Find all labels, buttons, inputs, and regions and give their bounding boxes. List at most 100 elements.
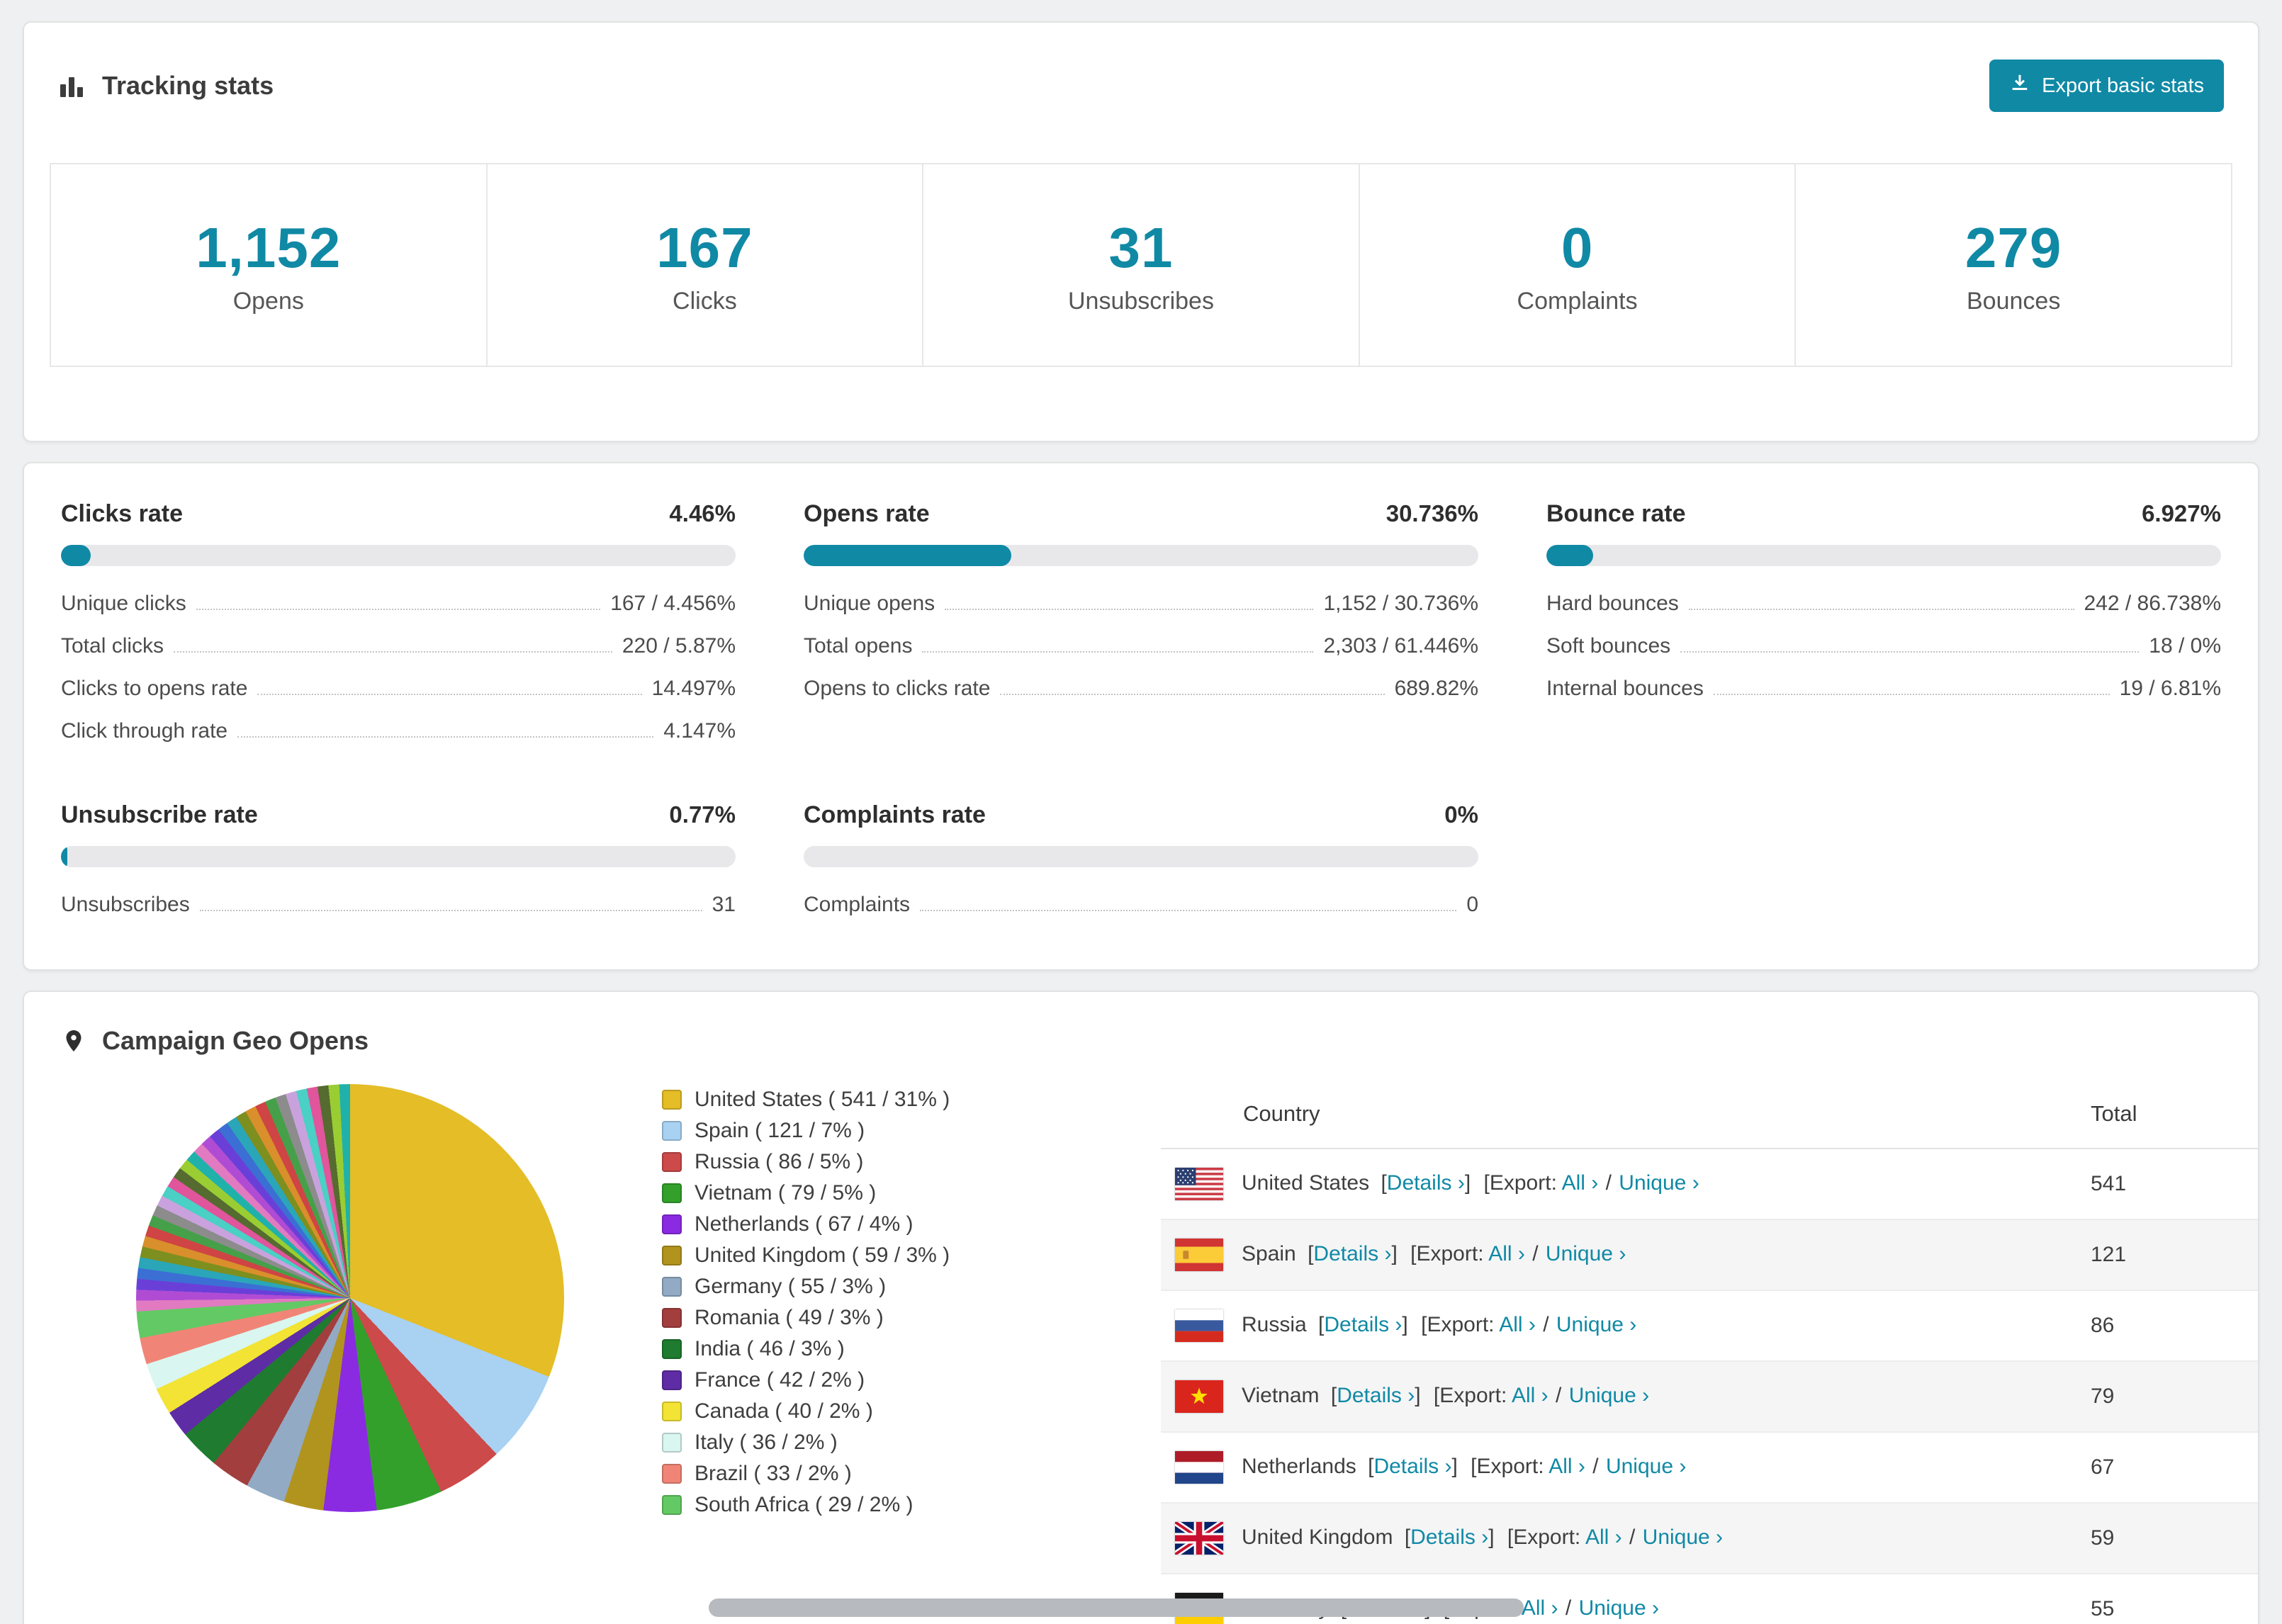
rate-progress-bar [804, 846, 1478, 867]
export-all-link[interactable]: All › [1499, 1313, 1536, 1336]
country-name: Vietnam [1242, 1383, 1320, 1407]
details-link[interactable]: Details › [1373, 1455, 1451, 1478]
dotted-leader [1680, 651, 2140, 653]
dotted-leader [920, 910, 1457, 911]
rate-row-value: 18 / 0% [2149, 634, 2221, 658]
rate-title: Complaints rate [804, 801, 986, 828]
horizontal-scrollbar-thumb[interactable] [709, 1598, 1524, 1617]
legend-item: France ( 42 / 2% ) [662, 1365, 1161, 1396]
legend-item: Romania ( 49 / 3% ) [662, 1302, 1161, 1333]
details-link[interactable]: Details › [1313, 1242, 1391, 1265]
country-flag-icon [1175, 1522, 1223, 1555]
export-unique-link[interactable]: Unique › [1569, 1384, 1649, 1407]
rate-value: 0.77% [669, 801, 736, 828]
rate-row-value: 242 / 86.738% [2084, 592, 2222, 615]
legend-label: France ( 42 / 2% ) [695, 1368, 865, 1392]
export-all-link[interactable]: All › [1512, 1384, 1548, 1407]
details-link[interactable]: Details › [1324, 1313, 1402, 1336]
geo-card-title: Campaign Geo Opens [61, 1026, 369, 1056]
dotted-leader [1713, 694, 2110, 695]
stat-box: 167 Clicks [485, 163, 924, 367]
legend-label: Spain ( 121 / 7% ) [695, 1119, 865, 1142]
dotted-leader [199, 910, 702, 911]
rate-header: Complaints rate 0% [804, 801, 1478, 829]
legend-color-swatch [662, 1433, 682, 1453]
rate-card: Clicks rate 4.46% Unique clicks 167 / 4.… [61, 500, 736, 753]
legend-color-swatch [662, 1339, 682, 1359]
geo-table-row: Russia [Details ›] [Export: All › / Uniq… [1161, 1290, 2258, 1362]
stats-row: 1,152 Opens 167 Clicks 31 Unsubscribes 0… [24, 163, 2258, 441]
dotted-leader [1688, 609, 2074, 610]
geo-pie-chart[interactable] [136, 1084, 564, 1512]
country-flag-icon [1175, 1309, 1223, 1342]
export-unique-link[interactable]: Unique › [1619, 1171, 1699, 1195]
export-all-link[interactable]: All › [1522, 1596, 1558, 1620]
details-link[interactable]: Details › [1337, 1384, 1415, 1407]
country-flag-icon [1175, 1239, 1223, 1271]
legend-color-swatch [662, 1246, 682, 1265]
export-unique-link[interactable]: Unique › [1556, 1313, 1636, 1336]
export-prefix-label: Export: [1476, 1454, 1544, 1478]
export-prefix-label: Export: [1416, 1241, 1484, 1265]
rate-progress-bar [1546, 545, 2221, 566]
legend-label: Canada ( 40 / 2% ) [695, 1399, 873, 1423]
export-all-link[interactable]: All › [1548, 1455, 1585, 1478]
rate-value: 6.927% [2142, 500, 2221, 526]
country-total: 59 [2091, 1503, 2258, 1574]
rate-header: Bounce rate 6.927% [1546, 500, 2221, 528]
rate-row: Click through rate 4.147% [61, 711, 736, 753]
legend-label: Vietnam ( 79 / 5% ) [695, 1181, 877, 1205]
rate-card: Opens rate 30.736% Unique opens 1,152 / … [804, 500, 1478, 753]
rate-row: Internal bounces 19 / 6.81% [1546, 668, 2221, 711]
export-prefix-label: Export: [1489, 1171, 1557, 1195]
rate-row-label: Opens to clicks rate [804, 677, 991, 700]
tracking-stats-card: Tracking stats Export basic stats 1,152 … [23, 21, 2259, 442]
legend-label: South Africa ( 29 / 2% ) [695, 1493, 914, 1516]
country-total: 86 [2091, 1290, 2258, 1362]
geo-card-body: United States ( 541 / 31% ) Spain ( 121 … [24, 1064, 2258, 1624]
details-link[interactable]: Details › [1387, 1171, 1465, 1195]
rate-rows: Hard bounces 242 / 86.738% Soft bounces … [1546, 583, 2221, 711]
legend-color-swatch [662, 1090, 682, 1110]
details-link[interactable]: Details › [1410, 1526, 1488, 1549]
export-all-link[interactable]: All › [1488, 1242, 1525, 1265]
rate-row-value: 19 / 6.81% [2119, 677, 2221, 700]
export-prefix-label: Export: [1427, 1312, 1495, 1336]
stat-value: 279 [1965, 215, 2062, 279]
legend-color-swatch [662, 1308, 682, 1328]
stat-label: Complaints [1517, 287, 1638, 315]
geo-opens-card: Campaign Geo Opens United States ( 541 /… [23, 991, 2259, 1624]
stat-value: 31 [1108, 215, 1174, 279]
legend-item: Russia ( 86 / 5% ) [662, 1146, 1161, 1178]
legend-label: Germany ( 55 / 3% ) [695, 1275, 887, 1298]
country-total: 541 [2091, 1149, 2258, 1220]
rate-row-label: Total opens [804, 634, 913, 658]
geo-table-row: United States [Details ›] [Export: All ›… [1161, 1149, 2258, 1220]
country-flag-icon [1175, 1380, 1223, 1413]
rate-row-value: 14.497% [651, 677, 736, 700]
legend-label: India ( 46 / 3% ) [695, 1337, 845, 1360]
dotted-leader [237, 736, 654, 738]
bar-chart-icon [58, 72, 86, 100]
export-unique-link[interactable]: Unique › [1546, 1242, 1626, 1265]
rate-row-label: Unique clicks [61, 592, 186, 615]
geo-table: Country Total United States [Details ›] … [1161, 1078, 2258, 1624]
rate-row-label: Unique opens [804, 592, 935, 615]
rate-progress-fill [804, 545, 1011, 566]
export-unique-link[interactable]: Unique › [1643, 1526, 1723, 1549]
legend-color-swatch [662, 1183, 682, 1203]
export-unique-link[interactable]: Unique › [1606, 1455, 1686, 1478]
export-unique-link[interactable]: Unique › [1579, 1596, 1659, 1620]
export-all-link[interactable]: All › [1562, 1171, 1599, 1195]
rate-row: Unique clicks 167 / 4.456% [61, 583, 736, 626]
legend-label: Russia ( 86 / 5% ) [695, 1150, 864, 1173]
stat-label: Clicks [673, 287, 737, 315]
export-basic-stats-button[interactable]: Export basic stats [1989, 60, 2224, 112]
legend-color-swatch [662, 1121, 682, 1141]
legend-item: Vietnam ( 79 / 5% ) [662, 1178, 1161, 1209]
country-flag-icon [1175, 1168, 1223, 1200]
export-all-link[interactable]: All › [1585, 1526, 1622, 1549]
stat-label: Bounces [1967, 287, 2061, 315]
stat-box: 279 Bounces [1794, 163, 2232, 367]
country-total: 55 [2091, 1574, 2258, 1624]
